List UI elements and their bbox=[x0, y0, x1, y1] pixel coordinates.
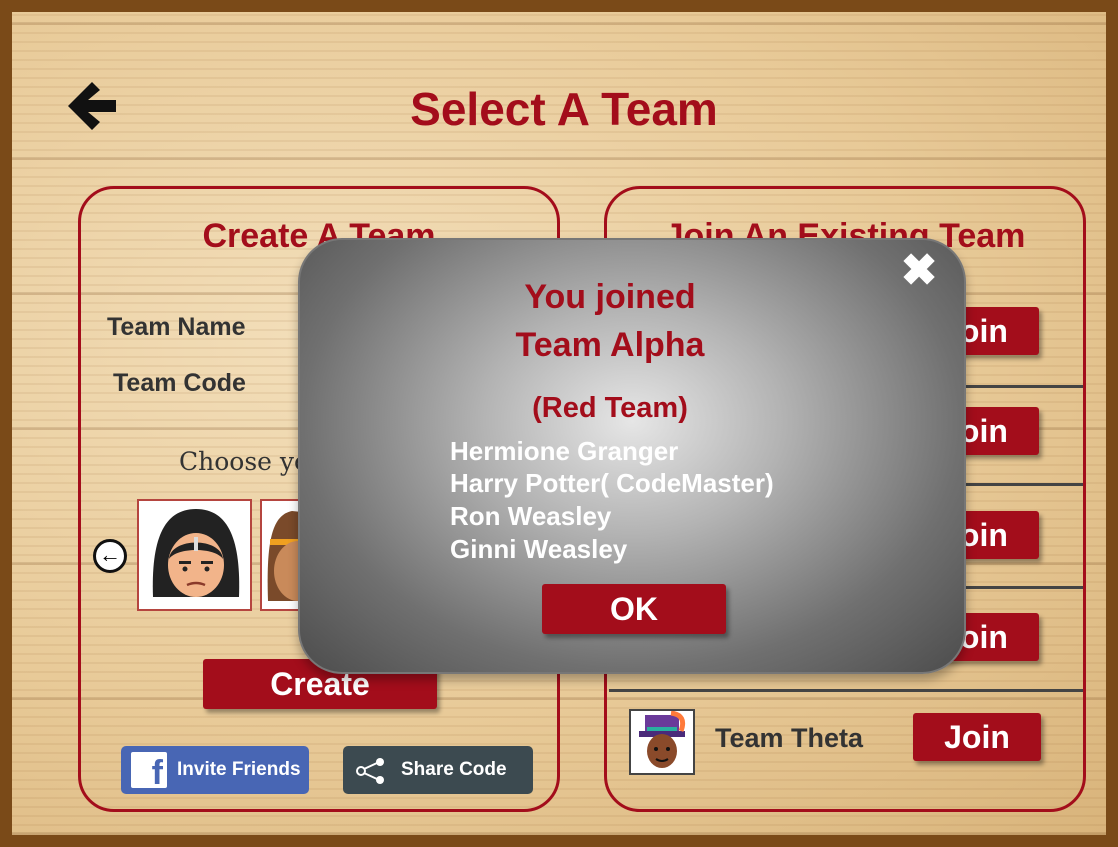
ok-button[interactable]: OK bbox=[542, 584, 726, 634]
join-button[interactable]: Join bbox=[913, 713, 1041, 761]
share-code-button[interactable]: Share Code bbox=[343, 746, 533, 794]
share-icon bbox=[355, 756, 387, 804]
team-theta-avatar bbox=[629, 709, 695, 775]
share-code-label: Share Code bbox=[401, 759, 507, 780]
modal-team-name: Team Alpha bbox=[515, 326, 705, 364]
team-joined-modal: ✖ You joined Team Alpha (Red Team) Hermi… bbox=[298, 238, 966, 674]
member-name: Ginni Weasley bbox=[450, 534, 628, 564]
divider bbox=[609, 689, 1083, 692]
invite-friends-button[interactable]: f Invite Friends bbox=[121, 746, 309, 794]
invite-friends-label: Invite Friends bbox=[177, 759, 301, 780]
team-code-label: Team Code bbox=[113, 369, 246, 397]
wood-background: Select A Team Create A Team Team Name Te… bbox=[0, 0, 1118, 847]
page-title: Select A Team bbox=[410, 83, 718, 135]
carousel-prev-icon[interactable]: ← bbox=[93, 539, 127, 573]
member-name: Ron Weasley bbox=[450, 501, 612, 531]
member-name: Hermione Granger bbox=[450, 436, 679, 466]
facebook-icon: f bbox=[131, 752, 167, 792]
modal-heading-line1: You joined bbox=[524, 278, 696, 316]
avatar-option[interactable] bbox=[137, 499, 252, 611]
team-name: Team Theta bbox=[715, 723, 864, 753]
member-name: Harry Potter( CodeMaster) bbox=[450, 468, 774, 498]
team-name-label: Team Name bbox=[107, 313, 246, 341]
modal-team-color: (Red Team) bbox=[532, 392, 688, 424]
